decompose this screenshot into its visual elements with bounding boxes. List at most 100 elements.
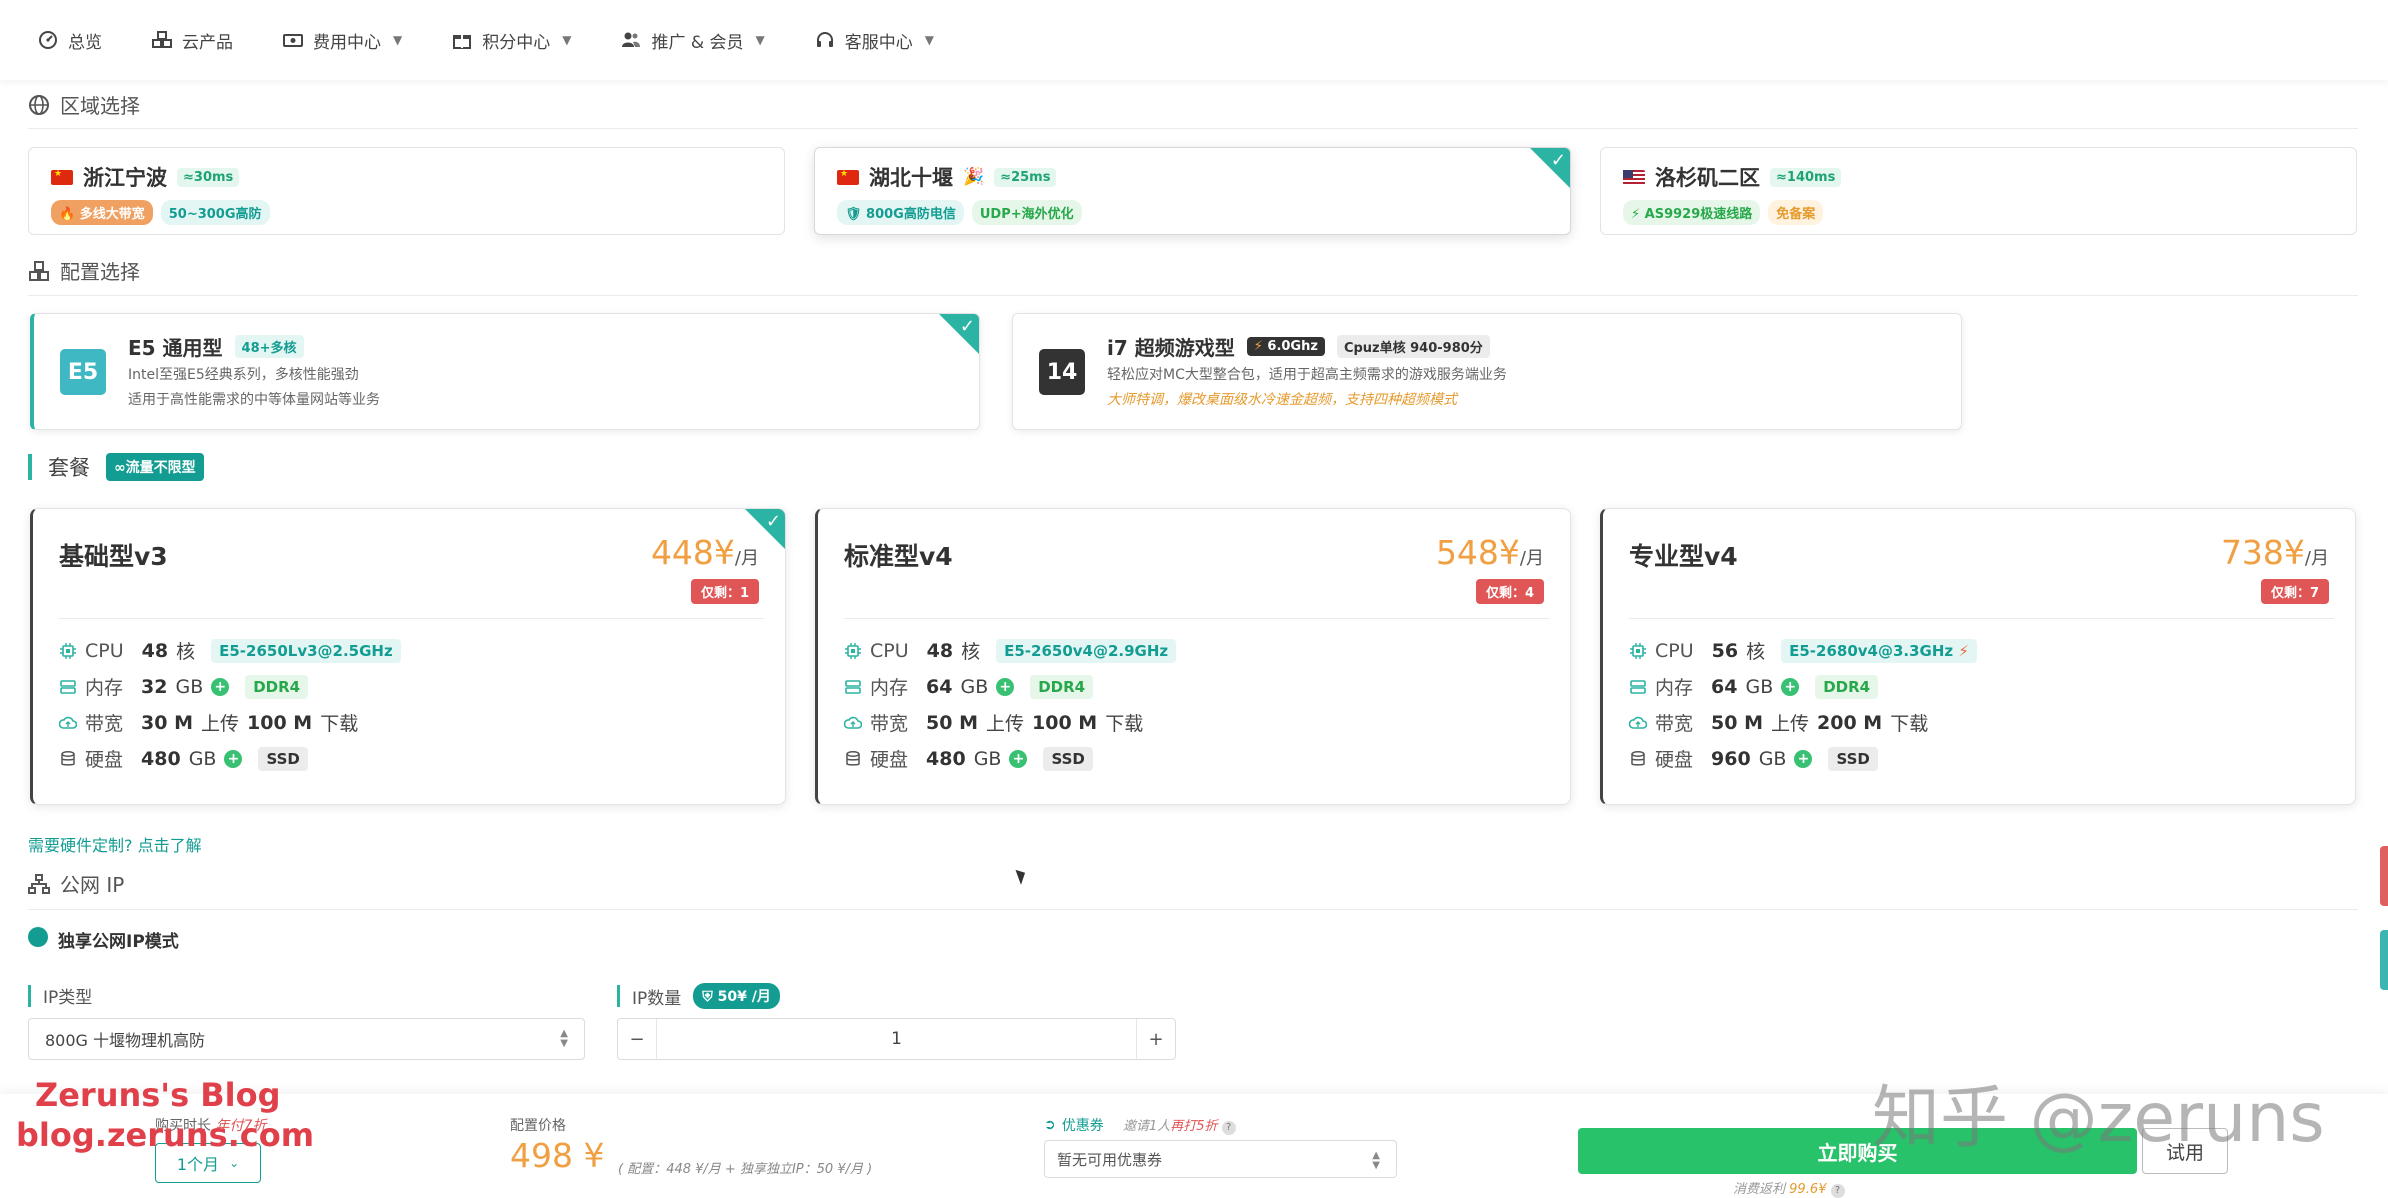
- cubes-icon: [152, 31, 172, 48]
- side-tab-teal[interactable]: [2380, 930, 2388, 990]
- region-card-shiyan[interactable]: 湖北十堰 🎉 ≈25ms 🛡 800G高防电信 UDP+海外优化 ✓: [814, 147, 1571, 235]
- memory-icon: [845, 679, 861, 694]
- party-icon: 🎉: [963, 167, 985, 187]
- unlimited-badge: ∞流量不限型: [106, 453, 204, 481]
- cloud-upload-icon: [1629, 716, 1647, 729]
- add-disk-icon[interactable]: +: [1794, 749, 1813, 768]
- accent-bar: [28, 454, 32, 480]
- spec-disk: 硬盘 480 GB + SSD: [844, 745, 1093, 772]
- plan-name: 基础型v3: [59, 542, 168, 571]
- increment-button[interactable]: +: [1137, 1019, 1175, 1059]
- region-tag: 50~300G高防: [160, 200, 270, 225]
- ip-price-badge: ⛨ 50¥ /月: [693, 983, 780, 1009]
- nav-label: 云产品: [182, 32, 233, 53]
- side-tab-red[interactable]: [2380, 846, 2388, 906]
- price-detail: ( 配置：448 ¥/月 + 独享独立IP：50 ¥/月 ): [618, 1162, 873, 1177]
- ip-count-input[interactable]: 1: [656, 1019, 1137, 1059]
- plan-card-1[interactable]: 基础型v3 448¥/月 仅剩：1 CPU 48 核 E5-2650Lv3@2.5GHz 内存…: [30, 508, 786, 805]
- ip-type-value: 800G 十堰物理机高防: [45, 1031, 206, 1050]
- cashback-text: 消费返利 99.6¥ ?: [1733, 1178, 1845, 1198]
- ip-count-stepper[interactable]: − 1 +: [617, 1018, 1176, 1060]
- database-icon: [1631, 750, 1645, 766]
- ip-mode-radio[interactable]: [28, 927, 48, 947]
- nav-label: 费用中心: [313, 32, 381, 53]
- accent-bar: [617, 985, 620, 1007]
- config-tag: ⚡ 6.0Ghz: [1246, 337, 1325, 356]
- region-card-ningbo[interactable]: 浙江宁波 ≈30ms 🔥 多线大带宽 50~300G高防: [28, 147, 785, 235]
- config-card-i7[interactable]: 14 i7 超频游戏型 ⚡ 6.0Ghz Cpuz单核 940-980分 轻松应…: [1012, 313, 1962, 430]
- nav-item-promotion[interactable]: 推广 & 会员 ▼: [621, 28, 765, 53]
- ip-type-label: IP类型: [28, 983, 92, 1008]
- package-header: 套餐 ∞流量不限型: [28, 452, 204, 482]
- spec-ram: 内存 32 GB + DDR4: [59, 673, 309, 700]
- nav-label: 客服中心: [844, 32, 913, 53]
- nav-item-cloud-products[interactable]: 云产品: [152, 28, 233, 53]
- ip-type-select[interactable]: 800G 十堰物理机高防 ▲ ▼: [28, 1018, 585, 1060]
- add-ram-icon[interactable]: +: [996, 677, 1015, 696]
- plan-name: 标准型v4: [844, 542, 953, 571]
- memory-icon: [60, 679, 76, 694]
- region-section-title: 区域选择: [28, 90, 140, 119]
- hardware-custom-link[interactable]: 需要硬件定制? 点击了解: [28, 832, 202, 856]
- spec-bandwidth: 带宽 50 M 上传 100 M 下载: [844, 709, 1143, 736]
- stock-badge: 仅剩：1: [690, 579, 759, 604]
- divider: [1629, 618, 2334, 619]
- top-nav: 总览 云产品 费用中心 ▼ 积分中心 ▼ 推广 & 会员 ▼ 客服中心 ▼: [0, 0, 2388, 80]
- spec-ram: 内存 64 GB + DDR4: [1629, 673, 1879, 700]
- plan-price: 738¥/月: [2220, 533, 2329, 572]
- nav-label: 积分中心: [482, 32, 551, 53]
- nav-item-billing[interactable]: 费用中心 ▼: [283, 28, 402, 53]
- config-desc: 大师特调，爆改桌面级水冷速金超频，支持四种超频模式: [1107, 392, 1457, 408]
- dashboard-icon: [39, 31, 57, 49]
- headset-icon: [816, 32, 833, 47]
- add-disk-icon[interactable]: +: [224, 749, 243, 768]
- plan-card-3[interactable]: 专业型v4 738¥/月 仅剩：7 CPU 56 核 E5-2680v4@3.3GHz ⚡ 内…: [1600, 508, 2356, 805]
- add-disk-icon[interactable]: +: [1009, 749, 1028, 768]
- ip-count-label: IP数量 ⛨ 50¥ /月: [617, 983, 780, 1009]
- config-desc: 轻松应对MC大型整合包，适用于超高主频需求的游戏服务端业务: [1107, 367, 1507, 383]
- region-card-losangeles[interactable]: 洛杉矶二区 ≈140ms ⚡ AS9929极速线路 免备案: [1600, 147, 2357, 235]
- config-name: E5 通用型: [128, 336, 223, 360]
- disk-type-chip: SSD: [258, 746, 308, 771]
- config-section-title: 配置选择: [28, 256, 140, 285]
- users-icon: [622, 32, 641, 47]
- region-tag: 🛡 800G高防电信: [837, 200, 964, 225]
- china-flag-icon: [837, 169, 859, 185]
- stock-badge: 仅剩：4: [1475, 579, 1544, 604]
- help-icon: ?: [1221, 1120, 1236, 1135]
- cpu-model-chip: E5-2680v4@3.3GHz ⚡: [1781, 638, 1977, 663]
- cloud-upload-icon: [59, 716, 77, 729]
- config-tag: 48+多核: [234, 335, 304, 358]
- region-name: 洛杉矶二区: [1655, 166, 1760, 190]
- select-arrows-icon: ▲ ▼: [560, 1028, 568, 1049]
- config-card-e5[interactable]: E5 E5 通用型 48+多核 Intel至强E5经典系列，多核性能强劲 适用于…: [30, 313, 980, 430]
- ram-type-chip: DDR4: [1030, 674, 1094, 699]
- ping-badge: ≈140ms: [1770, 167, 1842, 187]
- plan-card-2[interactable]: 标准型v4 548¥/月 仅剩：4 CPU 48 核 E5-2650v4@2.9GHz 内存 6…: [815, 508, 1571, 805]
- add-ram-icon[interactable]: +: [1781, 677, 1800, 696]
- gift-icon: [453, 35, 472, 49]
- nav-item-overview[interactable]: 总览: [38, 28, 102, 53]
- ram-type-chip: DDR4: [245, 674, 309, 699]
- decrement-button[interactable]: −: [618, 1019, 656, 1059]
- nav-label: 总览: [68, 32, 102, 53]
- region-name: 湖北十堰: [869, 166, 953, 190]
- nav-item-support[interactable]: 客服中心 ▼: [815, 28, 934, 53]
- divider: [28, 128, 2358, 129]
- ping-badge: ≈30ms: [177, 167, 240, 187]
- globe-icon: [29, 94, 49, 115]
- plan-price: 448¥/月: [650, 533, 759, 572]
- config-badge: E5: [60, 349, 106, 395]
- us-flag-icon: [1623, 169, 1645, 185]
- spec-bandwidth: 带宽 30 M 上传 100 M 下载: [59, 709, 358, 736]
- config-name: i7 超频游戏型: [1107, 336, 1235, 360]
- database-icon: [846, 750, 860, 766]
- price-label: 配置价格: [510, 1118, 566, 1134]
- ram-type-chip: DDR4: [1815, 674, 1879, 699]
- cpu-icon: [845, 642, 861, 659]
- add-ram-icon[interactable]: +: [211, 677, 230, 696]
- stock-badge: 仅剩：7: [2260, 579, 2329, 604]
- coupon-select[interactable]: 暂无可用优惠券 ▲ ▼: [1044, 1140, 1397, 1178]
- spec-bandwidth: 带宽 50 M 上传 200 M 下载: [1629, 709, 1928, 736]
- nav-item-points[interactable]: 积分中心 ▼: [452, 28, 571, 53]
